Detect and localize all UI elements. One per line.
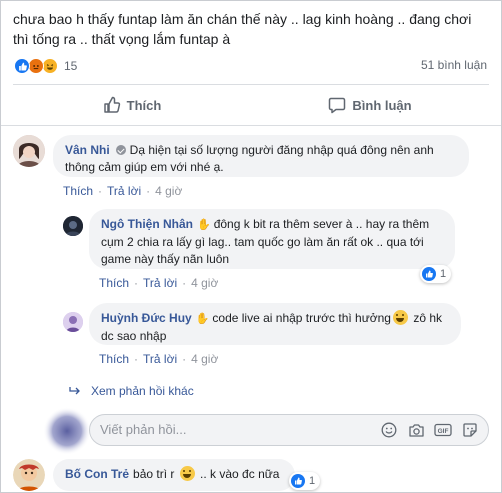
reply-input[interactable] bbox=[100, 422, 350, 437]
haha-icon bbox=[42, 58, 58, 74]
post-text: chưa bao h thấy funtap làm ăn chán thế n… bbox=[13, 11, 472, 47]
reaction-count: 15 bbox=[64, 59, 78, 73]
separator-dot: · bbox=[98, 184, 103, 198]
comment-text: bảo trì r bbox=[133, 467, 178, 481]
reply-bubble: Huỳnh Đức Huy ✋ code live ai nhập trước th… bbox=[89, 303, 461, 345]
reply-like-count[interactable]: 1 bbox=[420, 265, 452, 283]
angry-icon bbox=[28, 58, 44, 74]
separator-dot: · bbox=[134, 352, 139, 366]
more-replies-label: Xem phản hồi khác bbox=[91, 384, 194, 398]
comment-icon bbox=[329, 97, 346, 114]
comment-button[interactable]: Bình luận bbox=[251, 89, 489, 121]
like-count: 1 bbox=[440, 268, 447, 280]
comment-button-label: Bình luận bbox=[352, 97, 412, 113]
sticker-icon[interactable] bbox=[460, 421, 480, 439]
comment-bubble: Bố Con Trẻ bảo trì r .. k vào đc nữa bbox=[53, 459, 295, 491]
reply-meta: Thích · Trả lời · 4 giờ bbox=[99, 276, 218, 290]
comment-meta: Thích · Trả lời · 4 giờ bbox=[63, 184, 182, 198]
comment-count[interactable]: 51 bình luận bbox=[421, 58, 487, 72]
avatar[interactable] bbox=[13, 459, 45, 491]
comment-reply-link[interactable]: Trả lời bbox=[107, 184, 141, 198]
divider bbox=[13, 84, 489, 85]
reply-bubble: Ngô Thiện Nhân ✋ đông k bit ra thêm sever … bbox=[89, 209, 455, 269]
reply-composer: GIF bbox=[89, 414, 489, 446]
reply-reply-link[interactable]: Trả lời bbox=[143, 352, 177, 366]
reply-author[interactable]: Ngô Thiện Nhân bbox=[101, 217, 193, 231]
reply-time[interactable]: 4 giờ bbox=[191, 352, 218, 366]
comment-like-count[interactable]: 1 bbox=[289, 472, 321, 490]
reply-like-link[interactable]: Thích bbox=[99, 352, 129, 366]
like-icon bbox=[422, 267, 436, 281]
like-count: 1 bbox=[309, 475, 316, 487]
thumbs-up-icon bbox=[103, 96, 120, 113]
camera-icon[interactable] bbox=[406, 421, 426, 439]
comment-author[interactable]: Bố Con Trẻ bbox=[65, 467, 129, 481]
reply-author[interactable]: Huỳnh Đức Huy bbox=[101, 311, 192, 325]
avatar bbox=[43, 407, 91, 455]
reply-time[interactable]: 4 giờ bbox=[191, 276, 218, 290]
divider bbox=[1, 125, 501, 126]
reply-arrow-icon bbox=[69, 387, 80, 395]
avatar[interactable] bbox=[13, 135, 45, 167]
separator-dot: · bbox=[182, 352, 187, 366]
smile-emoji-icon bbox=[179, 466, 195, 481]
smiley-icon[interactable] bbox=[379, 421, 399, 439]
separator-dot: · bbox=[146, 184, 151, 198]
comment-author[interactable]: Vân Nhi bbox=[65, 143, 110, 157]
post-frame: chưa bao h thấy funtap làm ăn chán thế n… bbox=[0, 0, 502, 493]
action-bar: Thích Bình luận bbox=[13, 89, 489, 121]
like-button[interactable]: Thích bbox=[13, 89, 251, 121]
wave-icon: ✋ bbox=[195, 313, 210, 325]
like-icon bbox=[291, 474, 305, 488]
comment-text-end: .. k vào đc nữa bbox=[196, 467, 280, 481]
avatar[interactable] bbox=[63, 312, 83, 332]
reply-reply-link[interactable]: Trả lời bbox=[143, 276, 177, 290]
reply-text: code live ai nhập trước thì hưởng bbox=[212, 311, 391, 325]
more-replies-link[interactable]: Xem phản hồi khác bbox=[69, 384, 194, 398]
like-icon bbox=[14, 58, 30, 74]
reaction-summary[interactable]: 15 bbox=[14, 57, 77, 75]
like-button-label: Thích bbox=[126, 97, 162, 113]
comment-like-link[interactable]: Thích bbox=[63, 184, 93, 198]
svg-text:GIF: GIF bbox=[438, 428, 449, 435]
gif-icon[interactable]: GIF bbox=[433, 421, 453, 439]
reply-meta: Thích · Trả lời · 4 giờ bbox=[99, 352, 218, 366]
composer-icons: GIF bbox=[372, 421, 480, 439]
comment-bubble: Vân Nhi Dạ hiện tại số lượng người đăng n… bbox=[53, 135, 469, 177]
avatar[interactable] bbox=[63, 216, 83, 236]
separator-dot: · bbox=[134, 276, 139, 290]
verified-icon bbox=[115, 145, 126, 155]
grin-emoji-icon bbox=[392, 310, 408, 325]
reply-like-link[interactable]: Thích bbox=[99, 276, 129, 290]
wave-icon: ✋ bbox=[197, 219, 211, 231]
separator-dot: · bbox=[182, 276, 187, 290]
comment-time[interactable]: 4 giờ bbox=[155, 184, 182, 198]
